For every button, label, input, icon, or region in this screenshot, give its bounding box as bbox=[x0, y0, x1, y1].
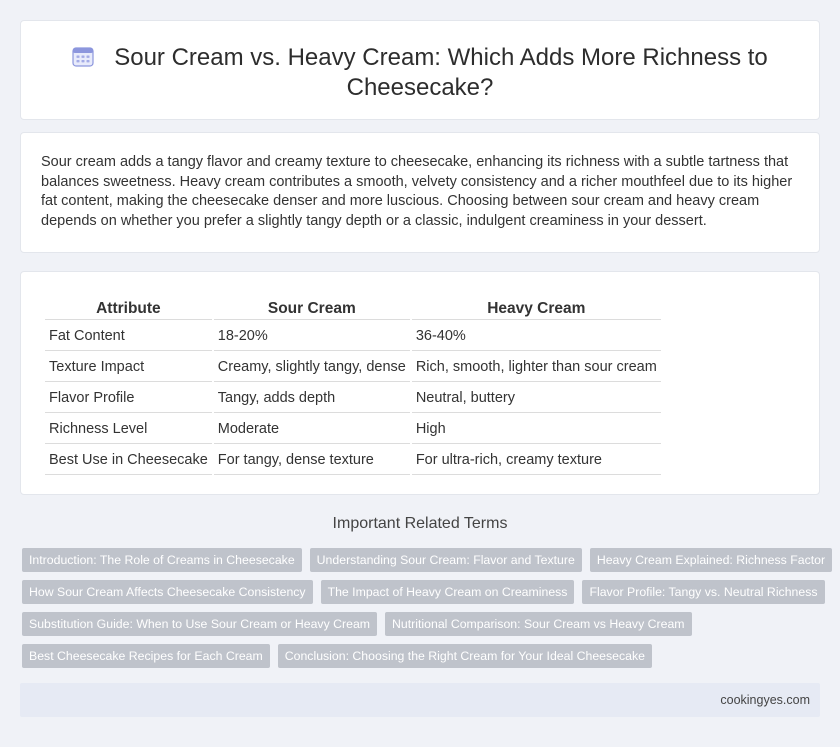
related-term-link[interactable]: Introduction: The Role of Creams in Chee… bbox=[22, 548, 302, 572]
related-term-link[interactable]: Substitution Guide: When to Use Sour Cre… bbox=[22, 612, 378, 636]
table-cell: Best Use in Cheesecake bbox=[45, 446, 212, 475]
table-header-row: Attribute Sour Cream Heavy Cream bbox=[45, 296, 661, 320]
calendar-icon bbox=[72, 47, 94, 67]
table-row: Best Use in Cheesecake For tangy, dense … bbox=[45, 446, 661, 475]
table-cell: Fat Content bbox=[45, 322, 212, 351]
table-cell: Rich, smooth, lighter than sour cream bbox=[411, 353, 661, 382]
table-row: Fat Content 18-20% 36-40% bbox=[45, 322, 661, 351]
title-card: Sour Cream vs. Heavy Cream: Which Adds M… bbox=[20, 20, 820, 120]
related-terms-row: How Sour Cream Affects Cheesecake Consis… bbox=[22, 580, 825, 604]
footer: cookingyes.com bbox=[20, 683, 820, 717]
table-row: Richness Level Moderate High bbox=[45, 415, 661, 444]
related-terms-row: Substitution Guide: When to Use Sour Cre… bbox=[22, 612, 822, 636]
table-cell: Creamy, slightly tangy, dense bbox=[213, 353, 410, 382]
related-term-link[interactable]: Flavor Profile: Tangy vs. Neutral Richne… bbox=[582, 580, 825, 604]
related-term-link[interactable]: Heavy Cream Explained: Richness Factor bbox=[589, 548, 833, 572]
table-cell: Moderate bbox=[213, 415, 410, 444]
table-cell: Neutral, buttery bbox=[411, 384, 661, 413]
table-cell: 36-40% bbox=[411, 322, 661, 351]
table-row: Texture Impact Creamy, slightly tangy, d… bbox=[45, 353, 661, 382]
table-cell: Texture Impact bbox=[45, 353, 212, 382]
related-terms-row: Introduction: The Role of Creams in Chee… bbox=[22, 548, 833, 572]
table-cell: Tangy, adds depth bbox=[213, 384, 410, 413]
intro-paragraph: Sour cream adds a tangy flavor and cream… bbox=[41, 154, 793, 229]
comparison-table: Attribute Sour Cream Heavy Cream Fat Con… bbox=[43, 294, 663, 477]
related-term-link[interactable]: Understanding Sour Cream: Flavor and Tex… bbox=[309, 548, 582, 572]
table-cell: Richness Level bbox=[45, 415, 212, 444]
comparison-card: Attribute Sour Cream Heavy Cream Fat Con… bbox=[20, 271, 820, 495]
table-cell: For ultra-rich, creamy texture bbox=[411, 446, 661, 475]
title-text: Sour Cream vs. Heavy Cream: Which Adds M… bbox=[114, 44, 768, 101]
related-terms-row: Best Cheesecake Recipes for Each Cream C… bbox=[22, 644, 822, 668]
table-cell: For tangy, dense texture bbox=[213, 446, 410, 475]
table-cell: High bbox=[411, 415, 661, 444]
header-heavy-cream: Heavy Cream bbox=[411, 296, 661, 320]
related-term-link[interactable]: The Impact of Heavy Cream on Creaminess bbox=[320, 580, 575, 604]
related-term-link[interactable]: Best Cheesecake Recipes for Each Cream bbox=[22, 644, 270, 668]
table-row: Flavor Profile Tangy, adds depth Neutral… bbox=[45, 384, 661, 413]
intro-card: Sour cream adds a tangy flavor and cream… bbox=[20, 132, 820, 253]
related-term-link[interactable]: How Sour Cream Affects Cheesecake Consis… bbox=[22, 580, 313, 604]
related-term-link[interactable]: Nutritional Comparison: Sour Cream vs He… bbox=[385, 612, 692, 636]
header-sour-cream: Sour Cream bbox=[213, 296, 410, 320]
site-name: cookingyes.com bbox=[720, 693, 810, 707]
table-cell: 18-20% bbox=[213, 322, 410, 351]
related-term-link[interactable]: Conclusion: Choosing the Right Cream for… bbox=[277, 644, 652, 668]
related-terms-list: Introduction: The Role of Creams in Chee… bbox=[22, 548, 833, 676]
table-cell: Flavor Profile bbox=[45, 384, 212, 413]
related-terms-heading: Important Related Terms bbox=[332, 515, 508, 532]
page-title: Sour Cream vs. Heavy Cream: Which Adds M… bbox=[21, 43, 819, 103]
header-attribute: Attribute bbox=[45, 296, 212, 320]
